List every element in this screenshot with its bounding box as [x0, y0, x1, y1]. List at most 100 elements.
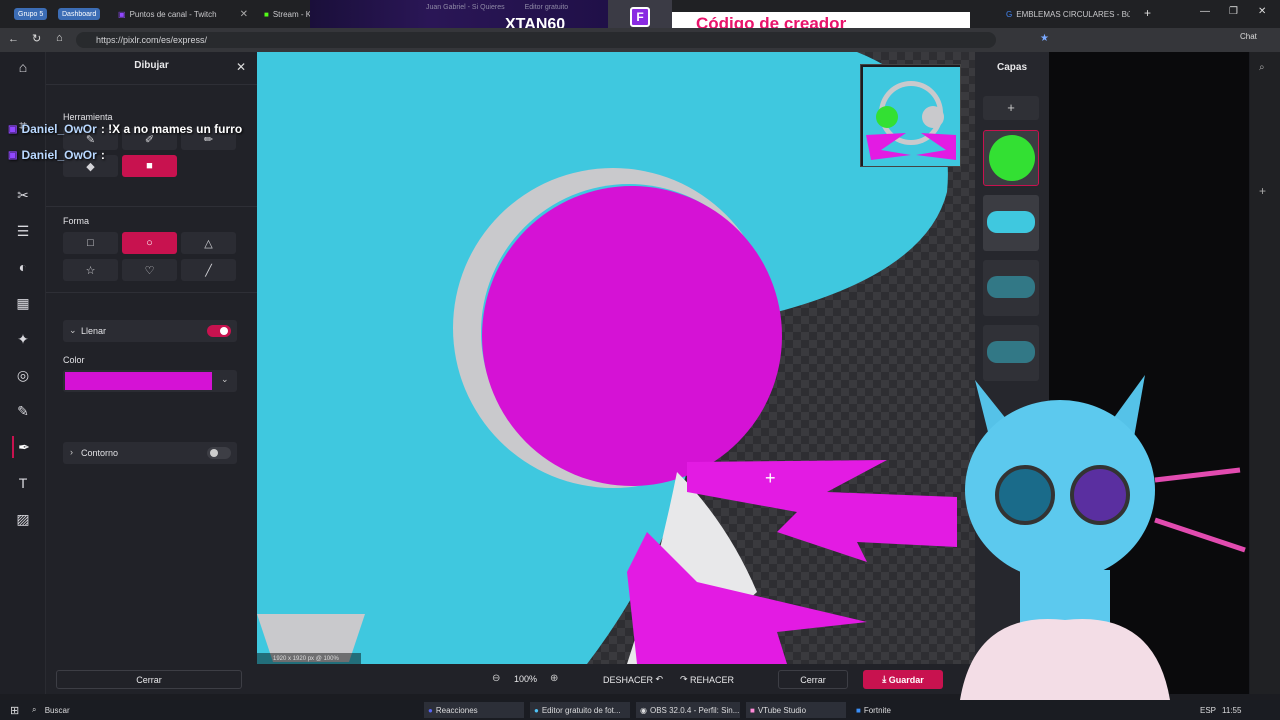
zoom-level: 100%: [514, 674, 538, 684]
tab-twitch[interactable]: ▣ Puntos de canal - Twitch ✕: [112, 4, 254, 24]
tool-section-label: Herramienta: [63, 112, 113, 122]
fill-row[interactable]: ⌄ Llenar: [63, 320, 237, 342]
taskbar: ⊞ ⌕ Buscar ● Reacciones ● Editor gratuito …: [0, 700, 1280, 720]
crosshair-cursor-icon: +: [765, 468, 776, 488]
taskbar-app[interactable]: ● Editor gratuito de fot...: [530, 702, 630, 718]
zoom-in-icon[interactable]: ⊕: [550, 673, 558, 684]
layer-thumb[interactable]: [983, 130, 1039, 186]
taskbar-search[interactable]: ⌕ Buscar: [28, 702, 178, 718]
tab-emblemas[interactable]: GEMBLEMAS CIRCULARES - Bús✕: [1000, 4, 1130, 24]
chat-message: ▣ Daniel_OwOr : !X a no mames un furro: [8, 122, 242, 136]
chat-text: : !X a no mames un furro: [100, 122, 243, 136]
fill-toggle[interactable]: [207, 325, 231, 337]
twitch-icon: ▣: [118, 9, 126, 19]
divider: [46, 84, 257, 85]
star-shape-button[interactable]: ☆: [63, 259, 118, 281]
liquify-icon[interactable]: ◎: [12, 364, 34, 386]
shape-section-label: Forma: [63, 216, 90, 226]
url-field[interactable]: https://pixlr.com/es/express/: [76, 32, 996, 48]
divider: [46, 206, 257, 207]
fortnite-logo-icon: F: [630, 7, 650, 27]
image-canvas[interactable]: 1920 x 1920 px @ 100% +: [257, 52, 975, 664]
chevron-down-icon: ⌄: [221, 374, 229, 384]
twitch-icon: ▣: [8, 149, 18, 161]
google-icon: G: [1006, 9, 1013, 19]
close-icon[interactable]: ✕: [236, 60, 246, 74]
cut-icon[interactable]: ✂: [12, 184, 34, 206]
draw-icon[interactable]: ✒: [12, 436, 34, 458]
circle-shape-button[interactable]: ○: [122, 232, 177, 254]
color-picker[interactable]: ⌄: [63, 370, 237, 392]
undo-button[interactable]: DESHACER ↶: [598, 670, 668, 689]
fill-label: Llenar: [81, 326, 107, 336]
browser-icon: ●: [534, 705, 539, 715]
zoom-out-icon[interactable]: ⊖: [492, 673, 500, 684]
cancel-button[interactable]: Cerrar: [778, 670, 848, 689]
outline-toggle[interactable]: [207, 447, 231, 459]
triangle-shape-button[interactable]: △: [181, 232, 236, 254]
text-icon[interactable]: T: [12, 472, 34, 494]
taskbar-app[interactable]: ● Reacciones: [424, 702, 524, 718]
adjust-icon[interactable]: ☰: [12, 220, 34, 242]
new-tab-icon[interactable]: +: [1144, 6, 1151, 20]
line-shape-button[interactable]: ╱: [181, 259, 236, 281]
close-panel-button[interactable]: Cerrar: [56, 670, 242, 689]
taskbar-app[interactable]: ■ VTube Studio: [746, 702, 846, 718]
close-window-icon[interactable]: ✕: [1258, 6, 1266, 17]
chat-button[interactable]: Chat: [1240, 32, 1257, 41]
tab-dashboard[interactable]: Dashboard: [58, 8, 101, 20]
retouch-icon[interactable]: ✎: [12, 400, 34, 422]
search-icon[interactable]: ⌕: [1259, 62, 1265, 73]
layer-thumb[interactable]: [983, 260, 1039, 316]
download-icon: ⤓: [882, 674, 887, 684]
reload-icon[interactable]: ↻: [32, 32, 41, 45]
bookmark-star-icon[interactable]: ★: [1040, 33, 1049, 44]
outline-row[interactable]: › Contorno: [63, 442, 237, 464]
redo-button[interactable]: ↷ REHACER: [676, 670, 738, 689]
minimize-icon[interactable]: —: [1200, 6, 1210, 17]
maximize-icon[interactable]: ❐: [1229, 6, 1238, 17]
filter-icon[interactable]: ◐: [12, 256, 34, 278]
language-indicator[interactable]: ESP: [1196, 702, 1220, 718]
home-icon[interactable]: ⌂: [56, 32, 63, 44]
layer-thumb[interactable]: [983, 195, 1039, 251]
fortnite-icon: ■: [856, 705, 861, 715]
discord-icon: ●: [428, 705, 433, 715]
chat-message: ▣ Daniel_OwOr :: [8, 148, 105, 162]
chat-user: Daniel_OwOr: [21, 148, 97, 162]
sparkle-icon[interactable]: ✦: [12, 328, 34, 350]
color-swatch: [65, 372, 212, 390]
bottom-bar: Cerrar ⊖ 100% ⊕ DESHACER ↶ ↷ REHACER Cer…: [46, 664, 975, 694]
heart-shape-button[interactable]: ♡: [122, 259, 177, 281]
add-icon[interactable]: +: [1259, 184, 1266, 198]
navigator-thumbnail[interactable]: [860, 64, 961, 167]
back-icon[interactable]: ←: [8, 33, 19, 45]
pattern-icon[interactable]: ▨: [12, 508, 34, 530]
tab-group-chip[interactable]: Grupo 5: [14, 8, 48, 20]
twitch-icon: ▣: [8, 123, 18, 135]
add-layer-button[interactable]: +: [983, 96, 1039, 120]
home-icon[interactable]: ⌂: [12, 56, 34, 78]
chat-user: Daniel_OwOr: [21, 122, 97, 136]
effects-icon[interactable]: ▦: [12, 292, 34, 314]
redo-icon: ↷: [679, 674, 688, 684]
panel-title: Dibujar: [134, 60, 169, 71]
save-button[interactable]: ⤓ Guardar: [863, 670, 943, 689]
kick-icon: ■: [264, 9, 269, 19]
close-icon[interactable]: ✕: [240, 9, 248, 20]
taskbar-app[interactable]: ◉ OBS 32.0.4 - Perfil: Sin...: [636, 702, 740, 718]
taskbar-app[interactable]: ■ Fortnite: [852, 702, 932, 718]
start-icon[interactable]: ⊞: [6, 702, 23, 718]
canvas-size-info: 1920 x 1920 px @ 100%: [257, 653, 361, 664]
color-label: Color: [63, 355, 85, 365]
clock[interactable]: 11:55: [1218, 702, 1245, 718]
chat-text: :: [100, 148, 105, 162]
tab-kick[interactable]: ■Stream - Kick Dashboard: [258, 4, 310, 24]
outline-label: Contorno: [81, 448, 119, 458]
chevron-right-icon: ›: [70, 447, 73, 457]
rectangle-shape-button[interactable]: □: [63, 232, 118, 254]
layers-title: Capas: [996, 62, 1027, 73]
search-icon: ⌕: [32, 705, 37, 714]
shape-tool[interactable]: ■: [122, 155, 177, 177]
vtuber-avatar: [960, 375, 1246, 700]
